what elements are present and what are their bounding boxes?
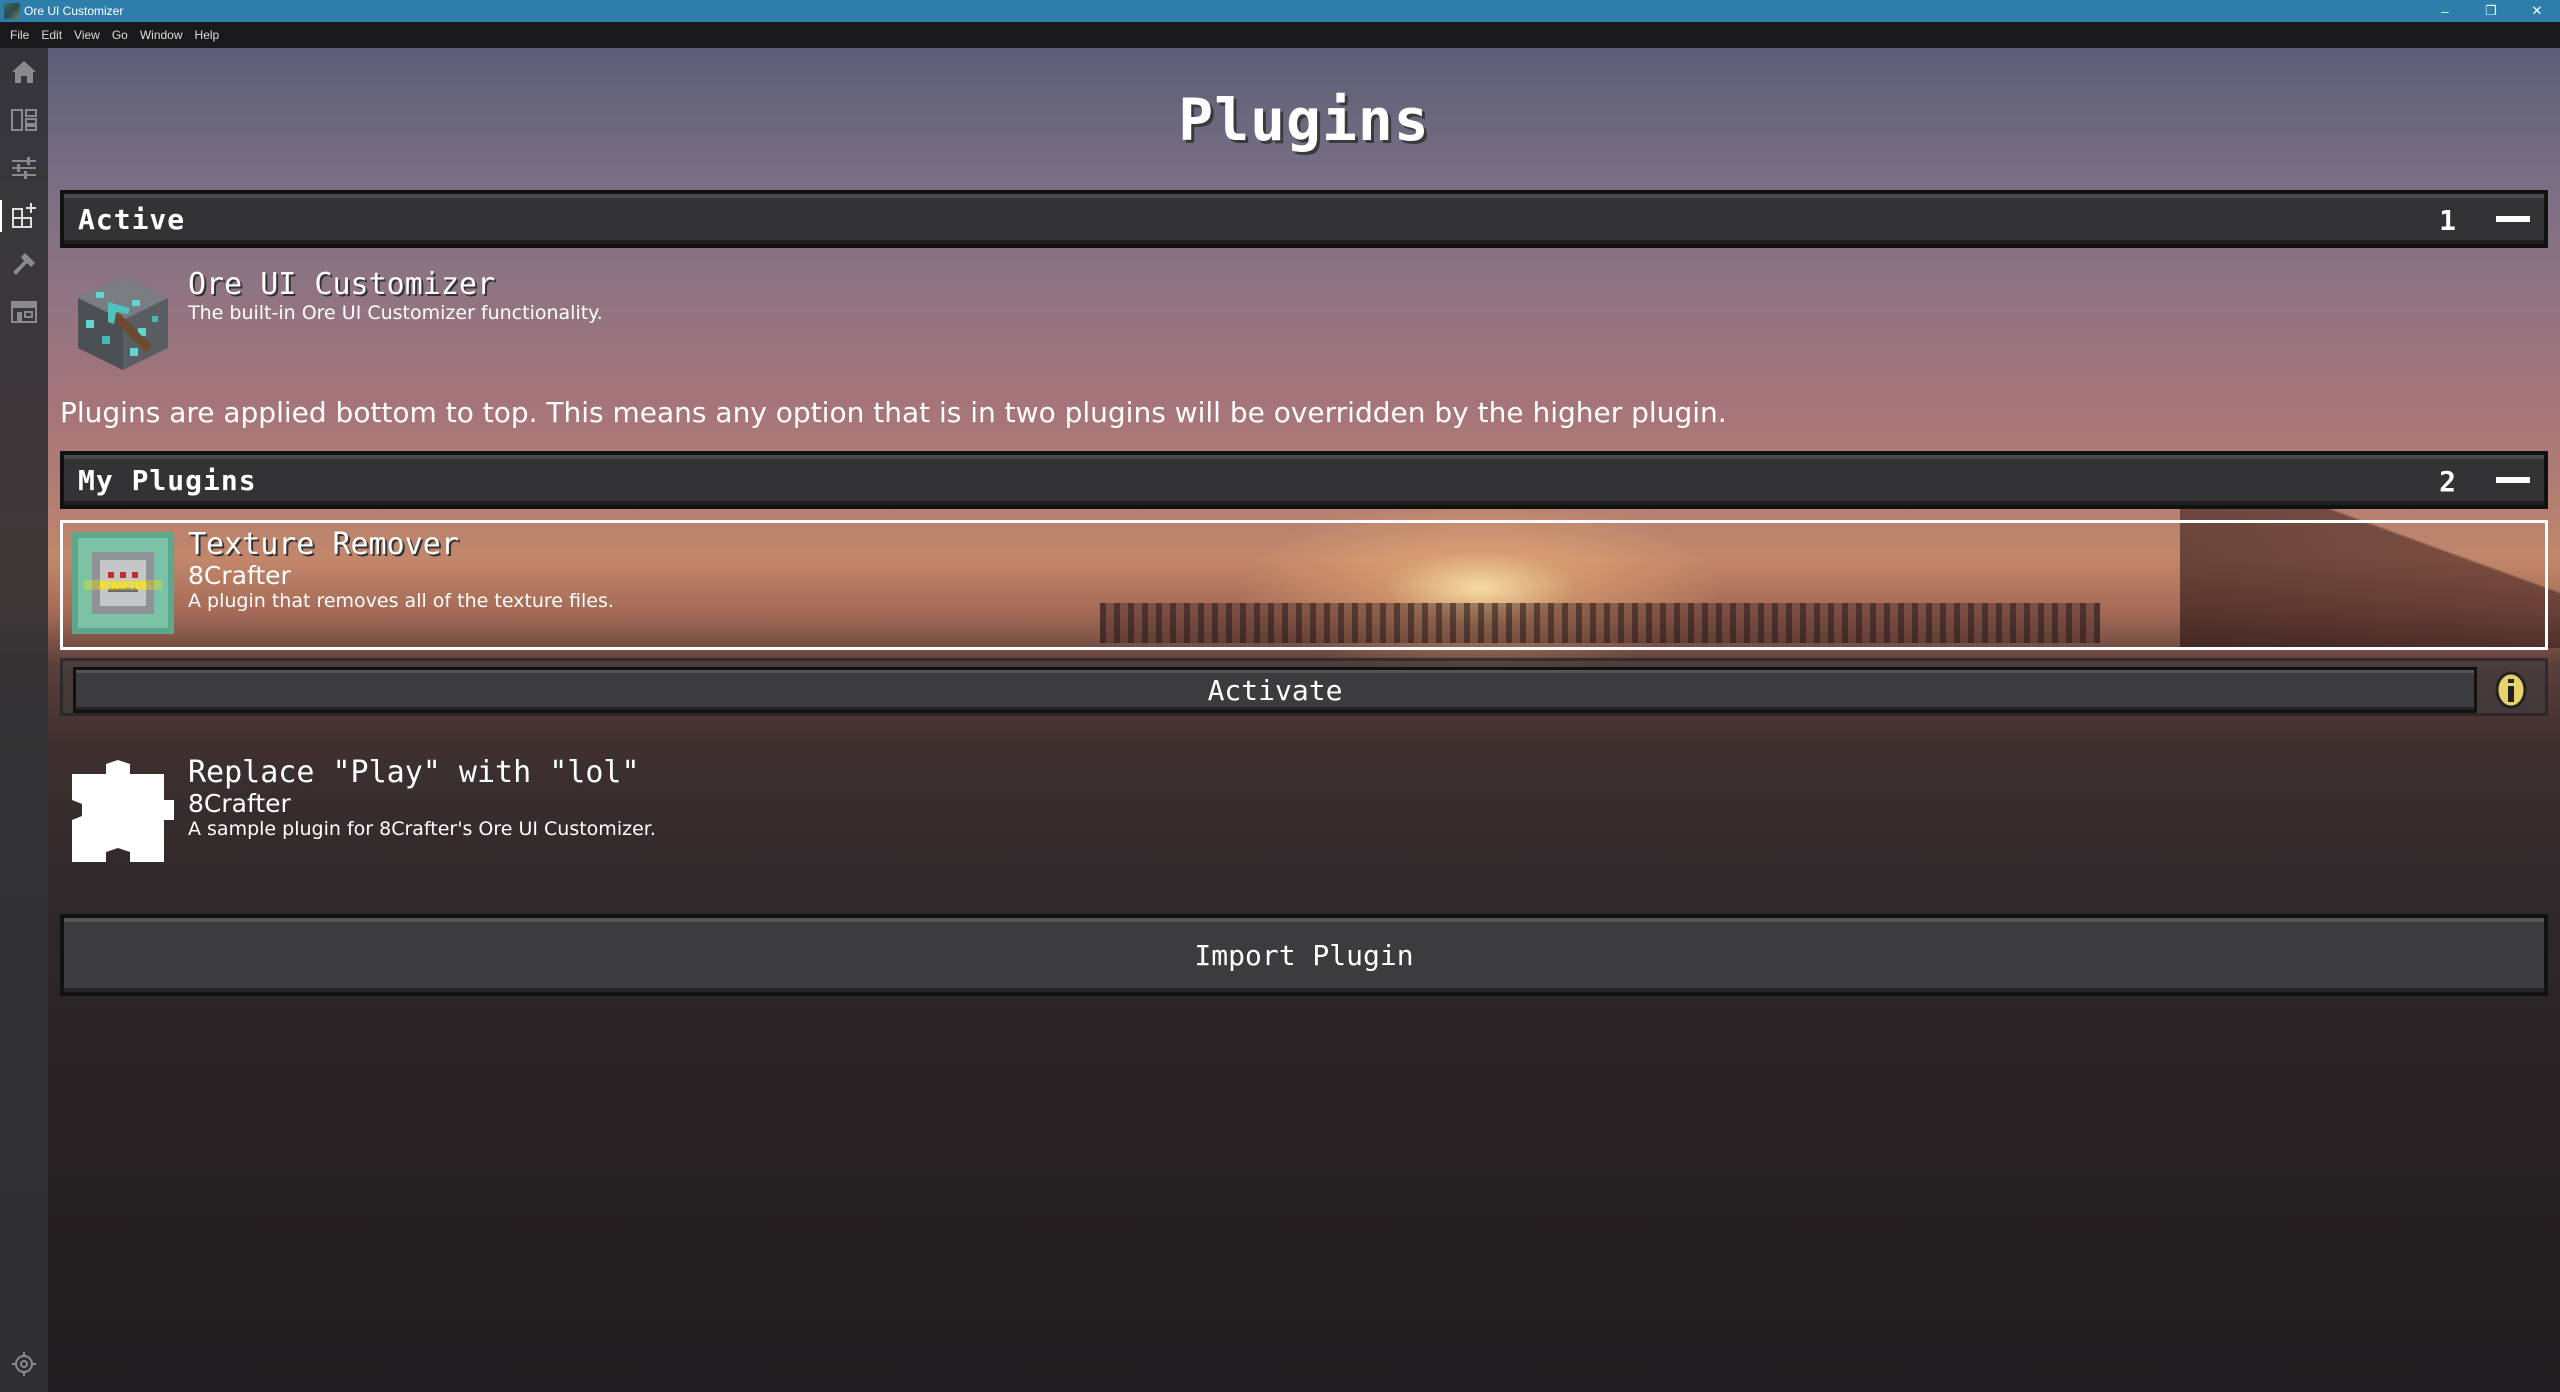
info-text: Plugins are applied bottom to top. This … bbox=[60, 396, 1727, 429]
menu-help[interactable]: Help bbox=[189, 28, 226, 42]
ore-block-icon bbox=[72, 272, 174, 374]
plugin-action-bar: Activate bbox=[60, 658, 2548, 716]
maximize-button[interactable]: ❐ bbox=[2468, 0, 2514, 22]
sidebar-item-tree[interactable] bbox=[0, 96, 48, 144]
menu-bar: File Edit View Go Window Help bbox=[0, 22, 2560, 48]
svg-text:8CRAFTER: 8CRAFTER bbox=[99, 581, 148, 592]
plugin-author: 8Crafter bbox=[188, 789, 291, 818]
menu-file[interactable]: File bbox=[4, 28, 35, 42]
section-count-my-plugins: 2 bbox=[2439, 465, 2456, 498]
import-plugin-button[interactable]: Import Plugin bbox=[60, 914, 2548, 996]
puzzle-piece-icon bbox=[72, 760, 174, 862]
section-count-active: 1 bbox=[2439, 204, 2456, 237]
info-icon bbox=[2495, 671, 2527, 709]
window-titlebar: Ore UI Customizer – ❐ ✕ bbox=[0, 0, 2560, 22]
sidebar-item-plugins[interactable] bbox=[0, 192, 48, 240]
plugin-description: A plugin that removes all of the texture… bbox=[188, 590, 614, 612]
sidebar-item-build[interactable] bbox=[0, 240, 48, 288]
window-title: Ore UI Customizer bbox=[24, 4, 124, 18]
minimize-button[interactable]: – bbox=[2422, 0, 2468, 22]
activate-button[interactable]: Activate bbox=[73, 667, 2477, 713]
sliders-icon bbox=[12, 157, 36, 179]
plugin-text-texture-remover: Texture Remover 8Crafter A plugin that r… bbox=[188, 527, 614, 613]
sidebar-item-settings-sliders[interactable] bbox=[0, 144, 48, 192]
plugin-title: Texture Remover bbox=[188, 527, 459, 562]
app-icon bbox=[4, 3, 20, 19]
plugin-row-texture-remover[interactable]: 8CRAFTER Texture Remover 8Crafter A plug… bbox=[60, 520, 2548, 650]
plugins-icon bbox=[12, 203, 36, 228]
section-header-my-plugins[interactable]: My Plugins 2 bbox=[60, 451, 2548, 509]
section-label-my-plugins: My Plugins bbox=[78, 463, 257, 497]
plugin-text-replace-play: Replace "Play" with "lol" 8Crafter A sam… bbox=[188, 755, 656, 841]
texture-remover-icon: 8CRAFTER bbox=[72, 532, 174, 634]
sidebar-item-settings[interactable] bbox=[0, 1340, 48, 1388]
plugin-description: A sample plugin for 8Crafter's Ore UI Cu… bbox=[188, 818, 656, 840]
sidebar-item-store[interactable] bbox=[0, 288, 48, 336]
menu-window[interactable]: Window bbox=[134, 28, 189, 42]
gear-icon bbox=[12, 1352, 36, 1376]
plugin-row-replace-play[interactable]: Replace "Play" with "lol" 8Crafter A sam… bbox=[60, 748, 2548, 876]
plugin-row-ore-ui-customizer[interactable]: Ore UI Customizer The built-in Ore UI Cu… bbox=[60, 260, 2548, 388]
store-icon bbox=[11, 301, 37, 323]
close-button[interactable]: ✕ bbox=[2514, 0, 2560, 22]
main-content: Plugins Active 1 Ore UI Customizer The b… bbox=[60, 48, 2548, 1392]
window-controls: – ❐ ✕ bbox=[2422, 0, 2560, 22]
sidebar-item-home[interactable] bbox=[0, 48, 48, 96]
menu-edit[interactable]: Edit bbox=[35, 28, 68, 42]
home-icon bbox=[12, 61, 36, 83]
section-header-active[interactable]: Active 1 bbox=[60, 190, 2548, 248]
menu-go[interactable]: Go bbox=[106, 28, 134, 42]
tree-icon bbox=[11, 109, 37, 131]
sidebar bbox=[0, 48, 48, 1392]
section-label-active: Active bbox=[78, 202, 186, 236]
info-button[interactable] bbox=[2493, 670, 2529, 710]
page-title: Plugins bbox=[1178, 86, 1430, 154]
collapse-active-button[interactable] bbox=[2496, 216, 2530, 222]
menu-view[interactable]: View bbox=[68, 28, 106, 42]
plugin-text-ore-ui-customizer: Ore UI Customizer The built-in Ore UI Cu… bbox=[188, 267, 603, 325]
plugin-description: The built-in Ore UI Customizer functiona… bbox=[188, 302, 603, 324]
plugin-title: Replace "Play" with "lol" bbox=[188, 755, 640, 790]
collapse-my-plugins-button[interactable] bbox=[2496, 477, 2530, 483]
plugin-title: Ore UI Customizer bbox=[188, 267, 496, 302]
hammer-icon bbox=[13, 253, 35, 275]
plugin-author: 8Crafter bbox=[188, 561, 291, 590]
